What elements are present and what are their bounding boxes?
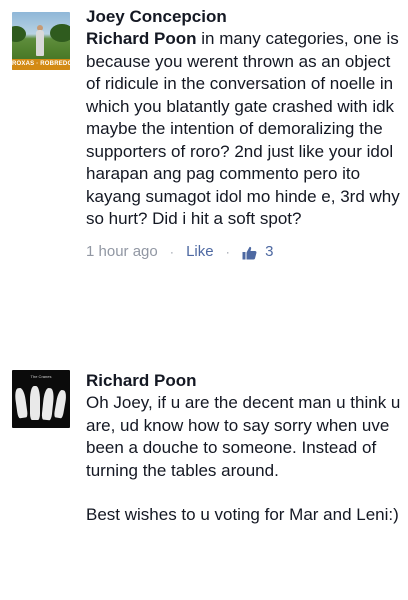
comment-text: Oh Joey, if u are the decent man u think… [86,393,401,480]
like-button[interactable]: Like [186,243,214,260]
avatar[interactable]: ROXAS · ROBREDO [12,12,70,70]
comment-text: Richard Poon in many categories, one is … [86,28,402,231]
timestamp[interactable]: 1 hour ago [86,243,158,260]
comment-author[interactable]: Joey Concepcion [86,6,402,28]
avatar-caption: The Cranes [30,374,52,379]
avatar-badge: ROXAS · ROBREDO [12,59,70,70]
like-count[interactable]: 3 [265,243,273,260]
comment-text: Best wishes to u voting for Mar and Leni… [86,505,399,524]
comment-text-body: in many categories, one is because you w… [86,29,400,228]
avatar[interactable]: The Cranes [12,370,70,428]
separator-dot: · [169,244,174,259]
mention-link[interactable]: Richard Poon [86,29,197,48]
separator-dot: · [225,244,230,259]
thumbs-up-icon[interactable] [242,245,257,260]
comment-meta: 1 hour ago · Like · 3 [86,241,402,263]
comment-body: Joey Concepcion Richard Poon in many cat… [86,6,402,263]
comment-author[interactable]: Richard Poon [86,370,402,392]
comment-body: Richard Poon Oh Joey, if u are the decen… [86,370,402,527]
